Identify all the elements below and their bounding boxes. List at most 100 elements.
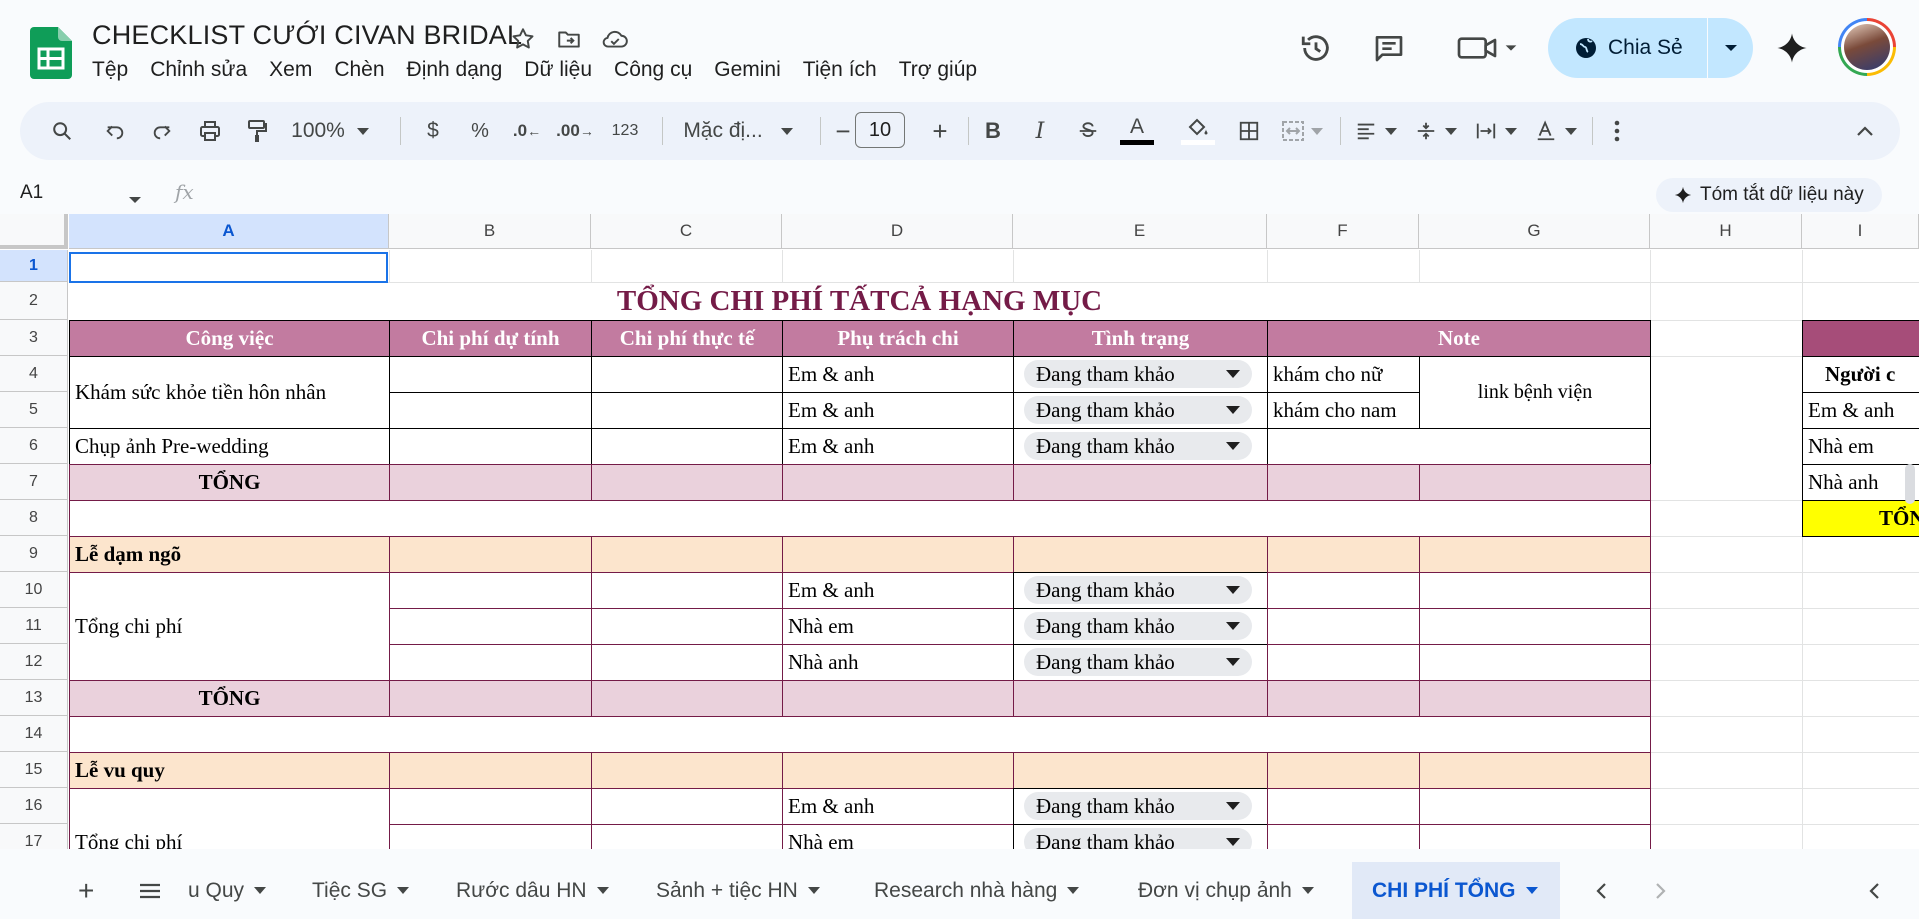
cell-g17[interactable] [1419,824,1651,849]
column-header-i[interactable]: I [1802,214,1919,249]
sheet-tab-don-vi-chup-anh[interactable]: Đơn vị chụp ảnh [1138,862,1314,919]
owner-r5[interactable]: Em & anh [782,392,1014,429]
cell-b13[interactable] [389,680,592,717]
sheet-tab-sanh-tiec-hn[interactable]: Sảnh + tiệc HN [656,862,820,919]
owner-r10[interactable]: Em & anh [782,572,1014,609]
owner-r6[interactable]: Em & anh [782,428,1014,465]
cell-c9[interactable] [591,536,783,573]
task-health-check[interactable]: Khám sức khỏe tiền hôn nhân [69,356,390,429]
section-bride-ceremony[interactable]: Lễ vu quy [69,752,390,789]
collapse-toolbar-icon[interactable] [1850,102,1880,160]
paint-format-icon[interactable] [237,102,277,160]
header-owner[interactable]: Phụ trách chi [782,320,1014,357]
cell-f11[interactable] [1267,608,1420,645]
cell-b12[interactable] [389,644,592,681]
add-sheet-button[interactable]: + [78,862,94,919]
cell-f7[interactable] [1267,464,1420,501]
column-header-h[interactable]: H [1650,214,1802,249]
total-row-13[interactable]: TỔNG [69,680,390,717]
name-box[interactable]: A1 [20,182,43,204]
row-header-4[interactable]: 4 [0,356,68,392]
percent-format-button[interactable]: % [462,102,498,160]
summarize-data-button[interactable]: Tóm tắt dữ liệu này [1656,178,1882,212]
side-owner-3[interactable]: Nhà anh [1802,464,1919,501]
cell-f10[interactable] [1267,572,1420,609]
header-status[interactable]: Tình trạng [1013,320,1268,357]
hospital-link[interactable]: link bệnh viện [1419,356,1651,429]
status-dropdown-r16[interactable]: Đang tham khảo [1024,792,1252,820]
menu-insert[interactable]: Chèn [323,58,395,82]
decrease-decimal-button[interactable]: .0 ← [507,102,547,160]
header-actual-cost[interactable]: Chi phí thực tế [591,320,783,357]
menu-file[interactable]: Tệp [92,58,139,82]
move-folder-icon[interactable] [554,24,584,54]
cell-d7[interactable] [782,464,1014,501]
cell-c16[interactable] [591,788,783,825]
header-note[interactable]: Note [1267,320,1651,357]
more-formats-button[interactable]: 123 [602,102,648,160]
cell-g7[interactable] [1419,464,1651,501]
cell-f15[interactable] [1267,752,1420,789]
row-header-17[interactable]: 17 [0,824,68,849]
column-header-g[interactable]: G [1419,214,1650,249]
cell-d9[interactable] [782,536,1014,573]
cell-b7[interactable] [389,464,592,501]
column-header-a[interactable]: A [69,214,389,249]
expand-side-panel-icon[interactable] [1868,862,1880,919]
cell-e9[interactable] [1013,536,1268,573]
column-header-b[interactable]: B [389,214,591,249]
owner-r4[interactable]: Em & anh [782,356,1014,393]
cell-c13[interactable] [591,680,783,717]
cell-f13[interactable] [1267,680,1420,717]
column-header-f[interactable]: F [1267,214,1419,249]
cell-b6[interactable] [389,428,592,465]
menu-extensions[interactable]: Tiện ích [792,58,888,82]
status-dropdown-r6[interactable]: Đang tham khảo [1024,432,1252,460]
font-size-input[interactable]: 10 [855,112,905,148]
horizontal-align-icon[interactable] [1350,102,1402,160]
sheet-tab-research-nha-hang[interactable]: Research nhà hàng [874,862,1080,919]
side-table-owner-header[interactable]: Người c [1802,356,1919,393]
side-owner-1[interactable]: Em & anh [1802,392,1919,429]
status-dropdown-r11[interactable]: Đang tham khảo [1024,612,1252,640]
cell-d13[interactable] [782,680,1014,717]
note-r4[interactable]: khám cho nữ [1267,356,1420,393]
star-icon[interactable] [508,24,538,54]
cell-g10[interactable] [1419,572,1651,609]
sheet-tab-chi-phi-tong[interactable]: CHI PHÍ TỔNG [1352,862,1560,919]
task-total-cost-bride[interactable]: Tổng chi phí [69,788,390,849]
select-all-corner[interactable] [0,214,68,249]
total-row-7[interactable]: TỔNG [69,464,390,501]
document-title[interactable]: CHECKLIST CƯỚI CIVAN BRIDAL [92,20,522,51]
cell-b4[interactable] [389,356,592,393]
status-dropdown-r10[interactable]: Đang tham khảo [1024,576,1252,604]
increase-decimal-button[interactable]: .00 → [552,102,598,160]
side-owner-2[interactable]: Nhà em [1802,428,1919,465]
strikethrough-icon[interactable] [1070,102,1106,160]
font-family-select[interactable]: Mặc đị... [668,102,808,160]
cell-c12[interactable] [591,644,783,681]
cell-c6[interactable] [591,428,783,465]
menu-format[interactable]: Định dạng [396,58,514,82]
cell-b11[interactable] [389,608,592,645]
cell-c4[interactable] [591,356,783,393]
owner-r17[interactable]: Nhà em [782,824,1014,849]
comments-icon[interactable] [1365,24,1413,72]
cell-g15[interactable] [1419,752,1651,789]
header-task[interactable]: Công việc [69,320,390,357]
cell-g13[interactable] [1419,680,1651,717]
redo-icon[interactable] [142,102,182,160]
sheet-tab-ruoc-dau-hn[interactable]: Rước dâu HN [456,862,609,919]
cell-b15[interactable] [389,752,592,789]
row-header-14[interactable]: 14 [0,716,68,752]
cell-f6[interactable] [1267,428,1651,465]
cell-g9[interactable] [1419,536,1651,573]
row-header-5[interactable]: 5 [0,392,68,428]
meet-call-icon[interactable] [1452,24,1522,72]
bold-button[interactable]: B [975,102,1011,160]
menu-gemini[interactable]: Gemini [703,58,792,82]
version-history-icon[interactable] [1292,24,1340,72]
row-header-6[interactable]: 6 [0,428,68,464]
status-dropdown-r4[interactable]: Đang tham khảo [1024,360,1252,388]
share-button[interactable]: Chia Sẻ [1548,18,1753,78]
